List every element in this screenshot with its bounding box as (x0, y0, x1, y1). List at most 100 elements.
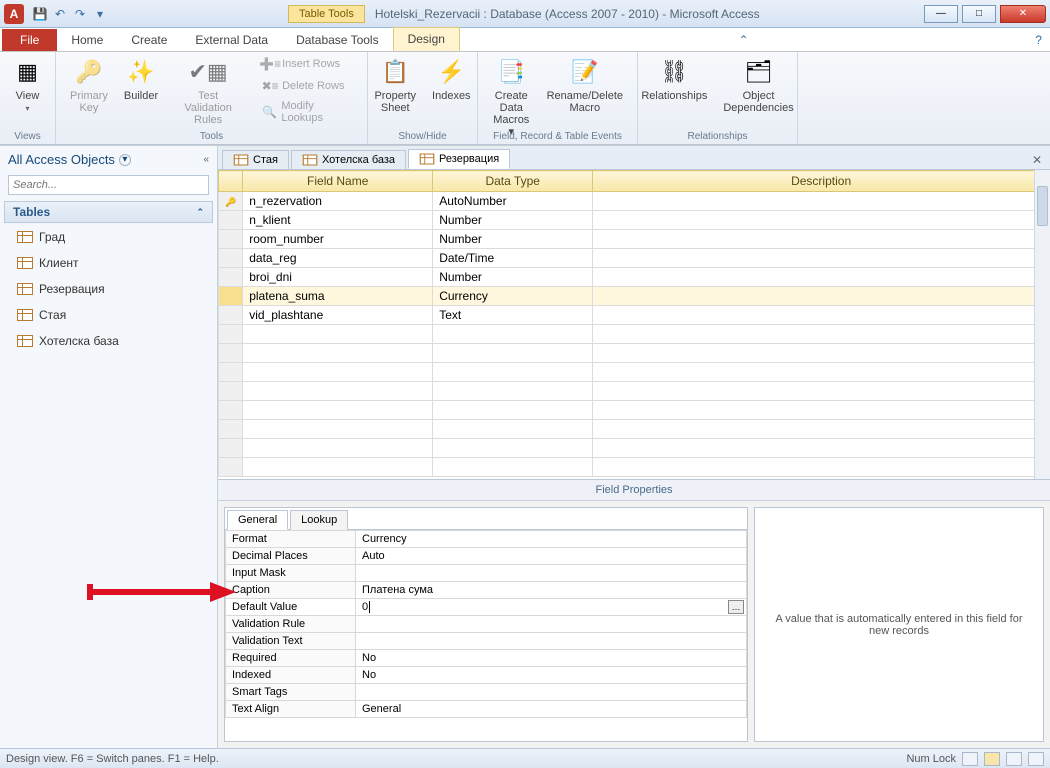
row-selector[interactable] (219, 306, 243, 325)
minimize-button[interactable]: — (924, 5, 958, 23)
table-row-empty[interactable] (219, 363, 1050, 382)
table-row-empty[interactable] (219, 325, 1050, 344)
prop-required[interactable]: Required (226, 650, 356, 667)
object-dependencies-button[interactable]: 🗂 Object Dependencies (717, 54, 799, 116)
vertical-scrollbar[interactable] (1034, 170, 1050, 479)
help-icon[interactable]: ? (1027, 29, 1050, 51)
description-cell[interactable] (593, 211, 1050, 230)
save-icon[interactable]: 💾 (32, 6, 48, 22)
data-type-cell[interactable]: Number (433, 268, 593, 287)
description-cell[interactable] (593, 192, 1050, 211)
nav-header[interactable]: All Access Objects ▾ « (0, 146, 217, 173)
data-type-cell[interactable]: AutoNumber (433, 192, 593, 211)
field-name-cell[interactable]: data_reg (243, 249, 433, 268)
sidebar-item-table[interactable]: Хотелска база (4, 329, 213, 353)
table-row-empty[interactable] (219, 420, 1050, 439)
sidebar-item-table[interactable]: Град (4, 225, 213, 249)
prop-format[interactable]: Format (226, 531, 356, 548)
field-name-cell[interactable]: room_number (243, 230, 433, 249)
delete-rows-button[interactable]: ✖≡Delete Rows (258, 76, 359, 96)
undo-icon[interactable]: ↶ (52, 6, 68, 22)
field-name-cell[interactable]: broi_dni (243, 268, 433, 287)
data-type-cell[interactable]: Date/Time (433, 249, 593, 268)
table-row-empty[interactable] (219, 344, 1050, 363)
description-cell[interactable] (593, 230, 1050, 249)
maximize-button[interactable]: □ (962, 5, 996, 23)
table-row[interactable]: broi_dniNumber (219, 268, 1050, 287)
row-selector[interactable] (219, 268, 243, 287)
close-button[interactable]: ✕ (1000, 5, 1046, 23)
tab-create[interactable]: Create (117, 29, 181, 51)
primary-key-button[interactable]: 🔑 Primary Key (64, 54, 114, 116)
app-menu-button[interactable]: A (4, 4, 24, 24)
row-selector[interactable] (219, 211, 243, 230)
doc-tab-staya[interactable]: Стая (222, 150, 289, 169)
field-name-cell[interactable]: platena_suma (243, 287, 433, 306)
table-row[interactable]: n_klientNumber (219, 211, 1050, 230)
view-switch-sql[interactable] (1006, 752, 1022, 766)
data-type-cell[interactable]: Number (433, 211, 593, 230)
table-row-empty[interactable] (219, 382, 1050, 401)
tab-external-data[interactable]: External Data (181, 29, 282, 51)
table-row[interactable]: platena_sumaCurrency (219, 287, 1050, 306)
prop-text-align[interactable]: Text Align (226, 701, 356, 718)
row-selector[interactable] (219, 192, 243, 211)
sidebar-item-table[interactable]: Стая (4, 303, 213, 327)
col-data-type[interactable]: Data Type (433, 171, 593, 192)
field-name-cell[interactable]: n_klient (243, 211, 433, 230)
description-cell[interactable] (593, 249, 1050, 268)
table-row[interactable]: n_rezervationAutoNumber (219, 192, 1050, 211)
sidebar-item-table[interactable]: Клиент (4, 251, 213, 275)
relationships-button[interactable]: ⛓ Relationships (635, 54, 713, 116)
default-value-input[interactable]: 0… (356, 599, 747, 616)
tab-home[interactable]: Home (57, 29, 117, 51)
data-type-cell[interactable]: Text (433, 306, 593, 325)
row-selector[interactable] (219, 230, 243, 249)
tab-design[interactable]: Design (393, 27, 460, 51)
indexes-button[interactable]: ⚡ Indexes (426, 54, 477, 116)
insert-rows-button[interactable]: ➕≡Insert Rows (258, 54, 359, 74)
doc-tab-rezervacia[interactable]: Резервация (408, 149, 510, 169)
doc-close-button[interactable]: ✕ (1024, 151, 1050, 169)
view-switch-other[interactable] (1028, 752, 1044, 766)
redo-icon[interactable]: ↷ (72, 6, 88, 22)
qat-customize-icon[interactable]: ▾ (92, 6, 108, 22)
prop-caption[interactable]: Caption (226, 582, 356, 599)
prop-validation-text[interactable]: Validation Text (226, 633, 356, 650)
search-input[interactable] (8, 175, 209, 195)
data-type-cell[interactable]: Currency (433, 287, 593, 306)
table-row[interactable]: vid_plashtaneText (219, 306, 1050, 325)
prop-smart-tags[interactable]: Smart Tags (226, 684, 356, 701)
minimize-ribbon-icon[interactable]: ⌃ (731, 29, 757, 51)
table-row[interactable]: room_numberNumber (219, 230, 1050, 249)
prop-tab-lookup[interactable]: Lookup (290, 510, 348, 530)
modify-lookups-button[interactable]: 🔍Modify Lookups (258, 98, 359, 126)
nav-group-tables[interactable]: Tables ⌃ (4, 201, 213, 223)
prop-decimal-places[interactable]: Decimal Places (226, 548, 356, 565)
prop-validation-rule[interactable]: Validation Rule (226, 616, 356, 633)
col-field-name[interactable]: Field Name (243, 171, 433, 192)
data-type-cell[interactable]: Number (433, 230, 593, 249)
expression-builder-button[interactable]: … (728, 600, 744, 614)
table-row-empty[interactable] (219, 439, 1050, 458)
field-name-cell[interactable]: vid_plashtane (243, 306, 433, 325)
view-switch-design[interactable] (984, 752, 1000, 766)
view-switch-datasheet[interactable] (962, 752, 978, 766)
view-button[interactable]: ▦ View ▾ (6, 54, 50, 115)
nav-dropdown-icon[interactable]: ▾ (119, 154, 131, 166)
nav-collapse-icon[interactable]: « (203, 154, 209, 165)
sidebar-item-table[interactable]: Резервация (4, 277, 213, 301)
tab-database-tools[interactable]: Database Tools (282, 29, 393, 51)
test-validation-button[interactable]: ✔▦ Test Validation Rules (168, 54, 248, 128)
row-selector[interactable] (219, 287, 243, 306)
table-row-empty[interactable] (219, 401, 1050, 420)
prop-indexed[interactable]: Indexed (226, 667, 356, 684)
doc-tab-hotelska[interactable]: Хотелска база (291, 150, 406, 169)
builder-button[interactable]: ✨ Builder (118, 54, 164, 104)
rename-delete-macro-button[interactable]: 📝 Rename/Delete Macro (541, 54, 629, 140)
table-row-empty[interactable] (219, 458, 1050, 477)
create-data-macros-button[interactable]: 📑 Create Data Macros ▾ (486, 54, 537, 140)
table-row[interactable]: data_regDate/Time (219, 249, 1050, 268)
file-tab[interactable]: File (2, 29, 57, 51)
row-selector-header[interactable] (219, 171, 243, 192)
